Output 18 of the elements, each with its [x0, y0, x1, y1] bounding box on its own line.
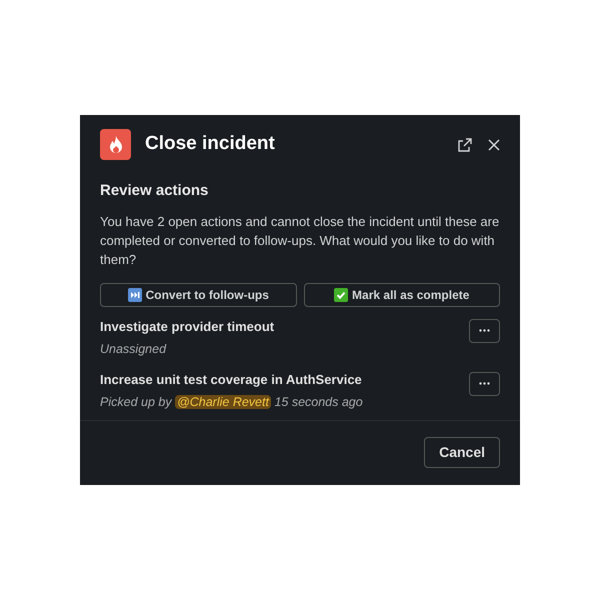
action-assignee: Picked up by @Charlie Revett 15 seconds ago	[100, 394, 363, 412]
user-mention[interactable]: @Charlie Revett	[175, 395, 271, 410]
fire-logo-icon	[100, 129, 131, 160]
action-status: Unassigned	[100, 341, 168, 358]
check-icon	[334, 288, 348, 302]
fast-forward-icon	[128, 288, 142, 302]
bulk-action-button[interactable]: Mark all as complete	[304, 282, 500, 306]
description: You have 2 open actions and cannot close the incident until these are completed or converted to follow-ups. What would you like to do with them?	[100, 212, 500, 268]
action-title: Investigate provider timeout	[100, 318, 274, 336]
bulk-action-button[interactable]: Convert to follow-ups	[100, 282, 296, 306]
ellipsis-icon	[479, 382, 490, 386]
action-title: Increase unit test coverage in AuthService	[100, 370, 363, 389]
section-heading: Review actions	[100, 181, 210, 201]
close-icon[interactable]	[488, 138, 500, 150]
external-link-icon[interactable]	[458, 138, 472, 152]
cancel-button[interactable]: Cancel	[424, 437, 500, 468]
ellipsis-icon	[479, 329, 490, 332]
dialog-title: Close incident	[145, 132, 275, 156]
